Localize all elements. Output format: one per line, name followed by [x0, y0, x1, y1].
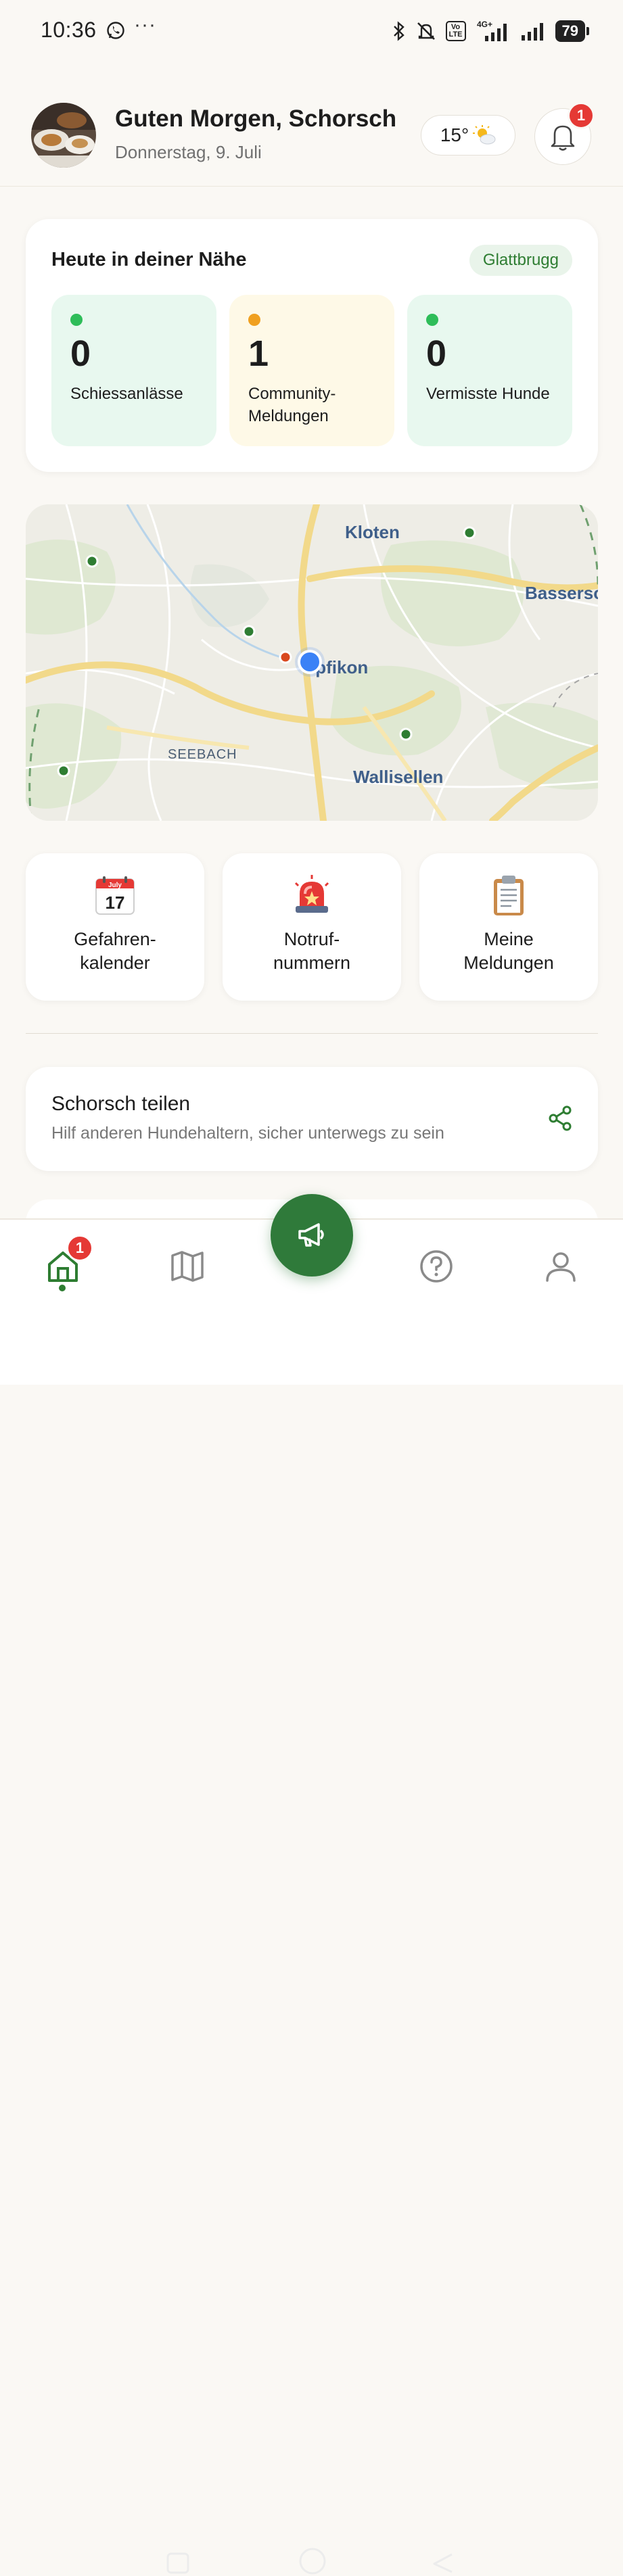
nav-profile[interactable]: [537, 1243, 584, 1290]
map-marker-green[interactable]: [57, 764, 70, 778]
map-label-kloten: Kloten: [345, 522, 400, 542]
nav-map[interactable]: [164, 1243, 211, 1290]
mute-vibrate-icon: [417, 22, 435, 40]
signal-icon: [521, 23, 543, 41]
quick-action-label: Gefahren-kalender: [74, 929, 156, 973]
map-label-seebach: SEEBACH: [168, 747, 237, 762]
map-marker-green[interactable]: [85, 554, 99, 568]
calendar-icon: July 17: [95, 876, 135, 915]
nearby-title: Heute in deiner Nähe: [51, 249, 247, 270]
quick-action-label: Meine Meldungen: [463, 929, 554, 973]
stat-value: 0: [426, 333, 447, 374]
help-icon: [420, 1250, 453, 1283]
stat-label: Vermisste Hunde: [426, 385, 550, 403]
active-indicator-dot: [59, 1285, 66, 1291]
system-home-icon[interactable]: [298, 2546, 327, 2576]
greeting-text: Guten Morgen, Schorsch: [115, 105, 397, 132]
status-dot: [248, 314, 260, 326]
notification-badge: 1: [568, 102, 595, 129]
map-marker-green[interactable]: [399, 728, 413, 741]
megaphone-icon: [298, 1223, 324, 1247]
map-label-wallisellen: Wallisellen: [353, 767, 443, 787]
report-fab-button[interactable]: [271, 1194, 353, 1277]
avatar-photo: [31, 103, 96, 168]
notifications-button[interactable]: 1: [534, 102, 595, 165]
share-title: Schorsch teilen: [51, 1093, 191, 1115]
home-badge: 1: [66, 1235, 93, 1262]
nearby-card: Heute in deiner Nähe Glattbrugg 0 Schies…: [26, 219, 598, 472]
share-card[interactable]: Schorsch teilen Hilf anderen Hundehalter…: [26, 1067, 598, 1171]
system-recents-icon[interactable]: [165, 2552, 191, 2575]
location-chip[interactable]: Glattbrugg: [469, 245, 572, 276]
nav-help[interactable]: [413, 1243, 460, 1290]
share-subtitle: Hilf anderen Hundehaltern, sicher unterw…: [51, 1124, 444, 1143]
svg-text:4G+: 4G+: [477, 20, 492, 29]
map-label-bassersdorf: Basserso: [525, 583, 598, 603]
status-dot: [426, 314, 438, 326]
date-text: Donnerstag, 9. Juli: [115, 142, 262, 162]
map-marker-green[interactable]: [242, 625, 256, 638]
map-canvas: Kloten Basserso Opfikon SEEBACH Wallisel…: [26, 504, 598, 821]
stat-value: 1: [248, 333, 269, 374]
bluetooth-icon: [393, 21, 405, 41]
system-back-icon[interactable]: [430, 2552, 456, 2575]
sun-behind-cloud-icon: [473, 125, 496, 145]
more-notifications-icon: ···: [134, 14, 156, 36]
stat-label: Schiessanlässe: [70, 385, 183, 403]
battery-indicator: 79: [555, 20, 590, 42]
status-dot: [70, 314, 83, 326]
stat-community-reports[interactable]: 1 Community-Meldungen: [229, 295, 394, 446]
stat-missing-dogs[interactable]: 0 Vermisste Hunde: [407, 295, 572, 446]
map-marker-green[interactable]: [463, 526, 476, 540]
profile-icon: [546, 1252, 576, 1282]
home-header: Guten Morgen, Schorsch Donnerstag, 9. Ju…: [0, 88, 623, 187]
whatsapp-icon: [107, 22, 124, 39]
share-icon[interactable]: [547, 1105, 574, 1132]
hazard-calendar-button[interactable]: July 17 Gefahren-kalender: [26, 853, 204, 1001]
clipboard-icon: [494, 876, 524, 915]
weather-chip[interactable]: 15°: [421, 115, 515, 156]
weather-temp: 15°: [440, 124, 469, 145]
emergency-numbers-button[interactable]: Notruf-nummern: [223, 853, 401, 1001]
status-time: 10:36: [41, 18, 97, 42]
svg-text:July: July: [108, 882, 122, 889]
stat-value: 0: [70, 333, 91, 374]
stat-label: Community-Meldungen: [248, 385, 336, 425]
volte-icon: Vo LTE: [445, 21, 466, 41]
nearby-map[interactable]: Kloten Basserso Opfikon SEEBACH Wallisel…: [26, 504, 598, 821]
signal-4g-icon: 4G+: [477, 20, 507, 41]
avatar[interactable]: [31, 103, 96, 168]
current-location-marker: [295, 647, 325, 677]
status-bar: 10:36 ··· Vo LTE 4G+ 79: [0, 0, 623, 62]
stat-shooting-events[interactable]: 0 Schiessanlässe: [51, 295, 216, 446]
section-divider: [26, 1033, 598, 1034]
quick-action-label: Notruf-nummern: [273, 929, 351, 973]
nav-home[interactable]: 1: [39, 1235, 93, 1290]
my-reports-button[interactable]: Meine Meldungen: [419, 853, 598, 1001]
siren-icon: [294, 875, 329, 913]
map-marker-red[interactable]: [279, 650, 292, 664]
map-icon: [171, 1251, 204, 1282]
svg-text:17: 17: [106, 892, 125, 913]
